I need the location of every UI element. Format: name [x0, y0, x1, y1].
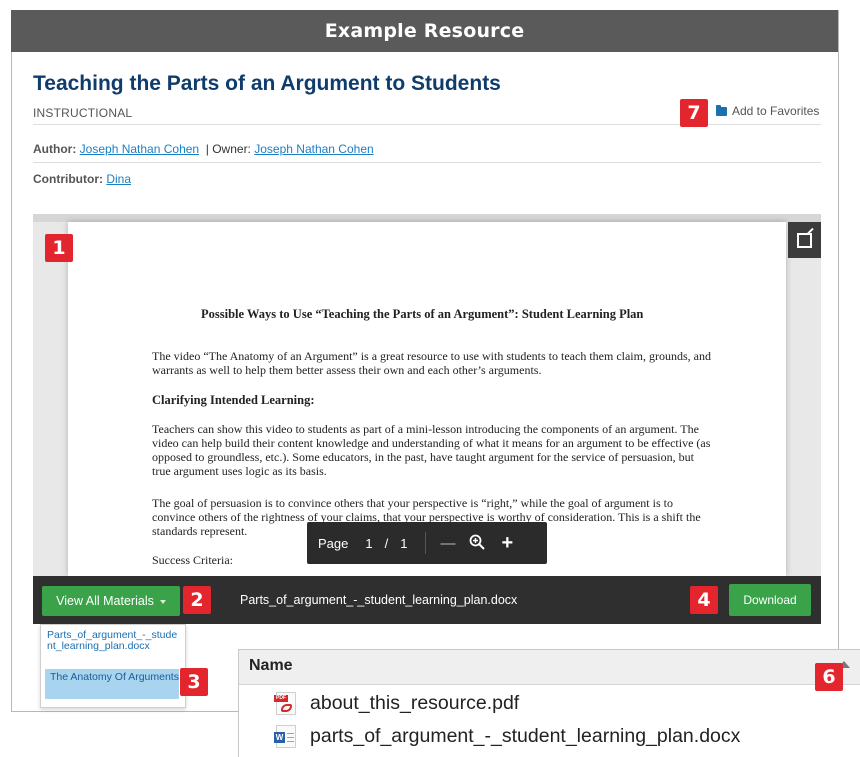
pdf-file-icon: PDF — [274, 692, 296, 715]
document-title: Possible Ways to Use “Teaching the Parts… — [201, 307, 644, 321]
word-file-icon: W — [274, 725, 296, 748]
zoom-in-button[interactable]: + — [501, 532, 513, 555]
banner: Example Resource — [11, 10, 838, 52]
owner-link[interactable]: Joseph Nathan Cohen — [254, 142, 373, 156]
document-heading: Clarifying Intended Learning: — [152, 393, 315, 407]
callout-badge: 2 — [183, 586, 211, 614]
viewer-top-strip — [33, 214, 821, 222]
expand-icon — [797, 232, 812, 248]
view-all-materials-button[interactable]: View All Materials — [42, 586, 180, 616]
add-to-favorites-label: Add to Favorites — [732, 104, 820, 118]
file-row[interactable]: W parts_of_argument_-_student_learning_p… — [239, 720, 860, 753]
author-label: Author: — [33, 142, 77, 156]
callout-badge: 4 — [690, 586, 718, 614]
zoom-out-button[interactable]: — — [440, 535, 455, 552]
contributor-line: Contributor: Dina — [33, 172, 131, 186]
divider — [33, 162, 821, 163]
pager-divider — [425, 532, 427, 554]
page-label: Page — [318, 535, 349, 551]
add-to-favorites-link[interactable]: Add to Favorites — [716, 104, 819, 118]
callout-badge: 3 — [180, 668, 208, 696]
name-column-header[interactable]: Name — [249, 657, 293, 675]
contributor-link[interactable]: Dina — [106, 172, 131, 186]
page-separator: / — [384, 535, 389, 551]
contributor-label: Contributor: — [33, 172, 103, 186]
callout-badge: 7 — [680, 99, 708, 127]
page-current[interactable]: 1 — [365, 536, 372, 551]
document-paragraph: The video “The Anatomy of an Argument” i… — [152, 349, 711, 377]
callout-badge: 1 — [45, 234, 73, 262]
view-all-label: View All Materials — [56, 594, 154, 608]
fullscreen-button[interactable] — [788, 222, 821, 258]
author-link[interactable]: Joseph Nathan Cohen — [80, 142, 199, 156]
file-name: parts_of_argument_-_student_learning_pla… — [310, 725, 741, 747]
download-button[interactable]: Download — [729, 584, 811, 616]
file-row[interactable]: PDF about_this_resource.pdf — [239, 687, 860, 720]
resource-title: Teaching the Parts of an Argument to Stu… — [33, 72, 501, 95]
dropdown-item[interactable]: Parts_of_argument_-_student_learning_pla… — [47, 630, 179, 652]
dropdown-item-selected[interactable]: The Anatomy Of Arguments — [45, 669, 179, 699]
banner-title: Example Resource — [324, 20, 525, 42]
owner-label: | Owner: — [205, 142, 251, 156]
document-paragraph: Success Criteria: — [152, 553, 233, 567]
zoom-icon[interactable] — [469, 534, 486, 553]
caret-down-icon — [159, 600, 166, 604]
resource-category: INSTRUCTIONAL — [33, 106, 133, 120]
folder-icon — [716, 104, 727, 116]
document-paragraph: Teachers can show this video to students… — [152, 422, 711, 478]
page-controls: Page 1 / 1 — + — [307, 522, 547, 564]
author-line: Author: Joseph Nathan Cohen | Owner: Jos… — [33, 142, 374, 156]
page-total: 1 — [400, 535, 408, 551]
file-list-header[interactable] — [239, 650, 860, 685]
file-name: about_this_resource.pdf — [310, 692, 520, 714]
current-filename: Parts_of_argument_-_student_learning_pla… — [240, 593, 518, 607]
